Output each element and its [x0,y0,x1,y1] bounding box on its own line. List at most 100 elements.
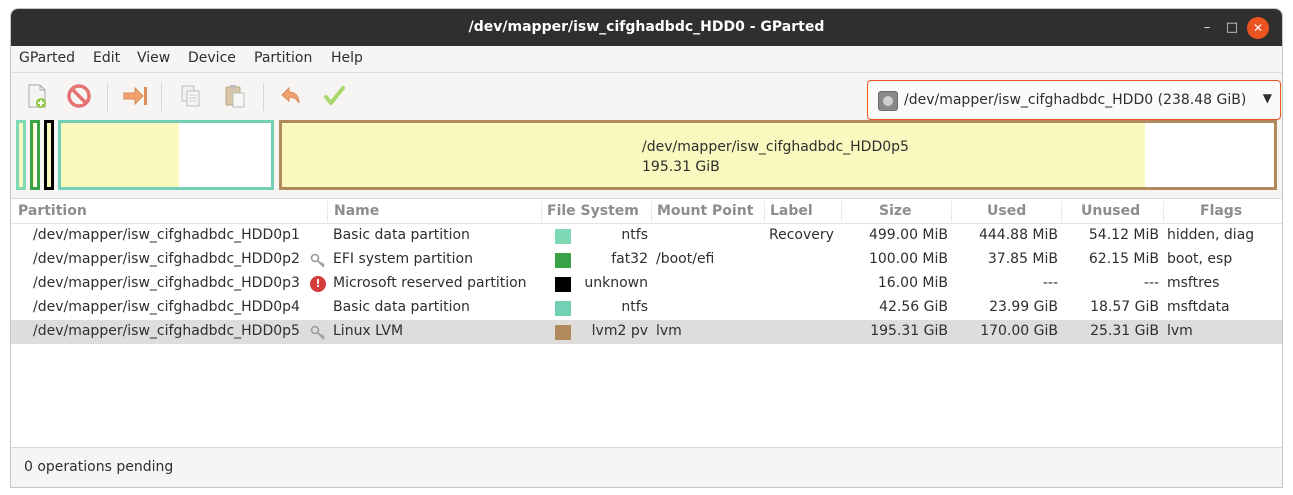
disk-map-partition-name: /dev/mapper/isw_cifghadbdc_HDD0p5 [642,139,909,155]
apply-button[interactable] [319,80,351,112]
usage-fill [61,123,179,187]
usage-fill [33,123,35,187]
hard-disk-icon [878,91,898,111]
cell-name: Basic data partition [333,299,470,315]
cell-size: 499.00 MiB [868,227,948,243]
cell-name: Microsoft reserved partition [333,275,527,291]
gparted-window: /dev/mapper/isw_cifghadbdc_HDD0 - GParte… [10,8,1283,488]
cell-size: 195.31 GiB [870,323,948,339]
cell-size: 16.00 MiB [877,275,948,291]
device-selector-label: /dev/mapper/isw_cifghadbdc_HDD0 (238.48 … [904,92,1247,108]
status-bar: 0 operations pending [11,448,1282,487]
cell-unused: 62.15 MiB [1088,251,1159,267]
column-header-partition[interactable]: Partition [18,203,87,219]
file-system-color-swatch [555,277,571,292]
menu-gparted[interactable]: GParted [19,50,75,66]
cell-unused: 54.12 MiB [1088,227,1159,243]
column-divider [1163,201,1164,222]
column-divider [951,201,952,222]
menu-device[interactable]: Device [188,50,236,66]
column-header-unused[interactable]: Unused [1081,203,1140,219]
minimize-button[interactable]: – [1196,17,1218,39]
menu-help[interactable]: Help [331,50,363,66]
cell-file-system: fat32 [611,251,648,267]
maximize-button[interactable]: □ [1221,17,1243,39]
new-partition-icon [28,84,46,108]
copy-button[interactable] [175,80,207,112]
cell-used: 444.88 MiB [978,227,1058,243]
cell-name: EFI system partition [333,251,473,267]
toolbar-separator [263,83,264,111]
table-row[interactable]: /dev/mapper/isw_cifghadbdc_HDD0p3! Micros… [11,272,1282,296]
new-partition-button[interactable] [21,80,53,112]
cell-file-system: ntfs [621,299,648,315]
cell-partition: /dev/mapper/isw_cifghadbdc_HDD0p1 [33,227,300,243]
menu-edit[interactable]: Edit [93,50,120,66]
column-divider [651,201,652,222]
menu-view[interactable]: View [137,50,170,66]
column-header-size[interactable]: Size [879,203,912,219]
paste-button[interactable] [219,80,251,112]
partition-table: Partition Name File System Mount Point L… [11,198,1282,448]
cell-file-system: ntfs [621,227,648,243]
undo-button[interactable] [275,80,307,112]
column-divider [541,201,542,222]
cell-partition: /dev/mapper/isw_cifghadbdc_HDD0p4 [33,299,300,315]
file-system-color-swatch [555,325,571,340]
usage-fill [19,123,23,187]
cell-mount-point: lvm [656,323,682,339]
cell-size: 100.00 MiB [868,251,948,267]
table-header: Partition Name File System Mount Point L… [11,199,1282,224]
table-row[interactable]: /dev/mapper/isw_cifghadbdc_HDD0p1 Basic d… [11,224,1282,248]
table-row[interactable]: /dev/mapper/isw_cifghadbdc_HDD0p4 Basic d… [11,296,1282,320]
device-selector[interactable]: /dev/mapper/isw_cifghadbdc_HDD0 (238.48 … [867,80,1281,120]
column-header-mount-point[interactable]: Mount Point [657,203,753,219]
delete-partition-icon [67,84,91,108]
column-divider [1061,201,1062,222]
table-row[interactable]: /dev/mapper/isw_cifghadbdc_HDD0p2 EFI sys… [11,248,1282,272]
resize-move-button[interactable] [119,80,151,112]
resize-move-icon [123,86,147,106]
copy-icon [181,85,200,107]
toolbar: /dev/mapper/isw_cifghadbdc_HDD0 (238.48 … [11,72,1282,120]
disk-map-partition-p3[interactable] [44,120,54,190]
cell-flags: msftres [1167,275,1220,291]
disk-map-partition-p5[interactable]: /dev/mapper/isw_cifghadbdc_HDD0p5 195.31… [279,120,1277,190]
file-system-color-swatch [555,253,571,268]
paste-icon [225,85,245,108]
column-header-file-system[interactable]: File System [547,203,639,219]
column-header-name[interactable]: Name [334,203,379,219]
cell-flags: msftdata [1167,299,1230,315]
cell-label: Recovery [769,227,834,243]
column-header-used[interactable]: Used [987,203,1026,219]
menu-partition[interactable]: Partition [254,50,312,66]
toolbar-separator [161,83,162,111]
column-header-label[interactable]: Label [770,203,813,219]
usage-fill [47,123,51,187]
undo-icon [281,86,300,104]
toolbar-separator [107,83,108,111]
column-divider [764,201,765,222]
disk-map-partition-p1[interactable] [16,120,26,190]
cell-flags: lvm [1167,323,1193,339]
apply-icon [324,86,345,105]
file-system-color-swatch [555,301,571,316]
cell-flags: hidden, diag [1167,227,1255,243]
column-header-flags[interactable]: Flags [1200,203,1242,219]
disk-map-partition-p2[interactable] [30,120,40,190]
cell-file-system: lvm2 pv [591,323,648,339]
disk-map-partition-p4[interactable] [58,120,274,190]
cell-unused: --- [1143,275,1159,291]
close-button[interactable]: ✕ [1247,17,1269,39]
cell-used: 170.00 GiB [980,323,1058,339]
cell-unused: 25.31 GiB [1090,323,1159,339]
cell-name: Basic data partition [333,227,470,243]
cell-partition: /dev/mapper/isw_cifghadbdc_HDD0p3 [33,275,300,291]
disk-map-partition-size: 195.31 GiB [642,159,720,175]
title-bar[interactable]: /dev/mapper/isw_cifghadbdc_HDD0 - GParte… [11,9,1282,46]
cell-used: 37.85 MiB [987,251,1058,267]
table-row[interactable]: /dev/mapper/isw_cifghadbdc_HDD0p5 Linux L… [11,320,1282,344]
cell-partition: /dev/mapper/isw_cifghadbdc_HDD0p2 [33,251,300,267]
delete-partition-button[interactable] [63,80,95,112]
column-divider [327,201,328,222]
